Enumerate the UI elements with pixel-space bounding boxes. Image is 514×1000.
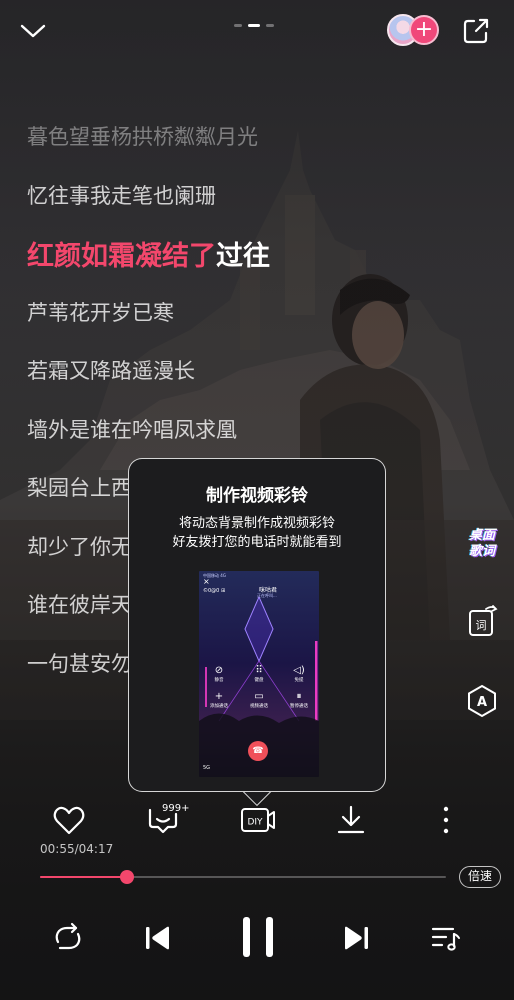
mute-icon: ⊘: [214, 665, 224, 676]
plus-icon: +: [214, 691, 224, 702]
artist-follow[interactable]: +: [387, 14, 441, 46]
page-dot: [266, 24, 274, 27]
call-screen-preview: 中国移动 4G × ©0@0 ⊞ 咪咕君 正在呼叫... ⊘ 静音 ⠿ 键盘 ◁) 免…: [199, 571, 319, 777]
more-vertical-icon[interactable]: [426, 800, 466, 840]
comment-count-badge: 999+: [162, 803, 190, 814]
speed-button[interactable]: 倍速: [459, 866, 501, 888]
lyric-font-icon[interactable]: A: [462, 681, 502, 721]
skip-previous-icon[interactable]: [140, 920, 176, 956]
download-icon[interactable]: [331, 800, 371, 840]
diy-video-icon[interactable]: DIY: [238, 800, 278, 840]
page-dot-active: [248, 24, 260, 27]
progress-fill: [40, 876, 128, 878]
preview-button-label: 静音: [214, 678, 224, 683]
popover-desc-line: 好友拨打您的电话时就能看到: [172, 535, 342, 550]
desktop-lyrics-label: 歌词: [468, 544, 495, 559]
top-bar: +: [0, 0, 514, 62]
diy-label: DIY: [247, 818, 263, 828]
lyric-poster-icon[interactable]: 词: [462, 601, 502, 641]
loop-icon[interactable]: [50, 920, 86, 956]
preview-button-label: 暂停通话: [290, 704, 308, 709]
keypad-icon: ⠿: [255, 665, 263, 676]
video-icon: ▭: [254, 691, 264, 702]
lyric-line-current[interactable]: 红颜如霜凝结了过往: [27, 235, 467, 294]
progress-bar[interactable]: [40, 870, 446, 884]
lyric-line[interactable]: 芦苇花开岁已寒: [27, 294, 467, 353]
pause-icon[interactable]: [236, 912, 280, 962]
desktop-lyrics-label: 桌面: [468, 528, 495, 543]
preview-button-label: 添加通话: [210, 704, 228, 709]
share-out-icon[interactable]: [462, 17, 490, 45]
lyric-line[interactable]: 忆往事我走笔也阑珊: [27, 177, 467, 236]
lyric-line[interactable]: 暮色望垂杨拱桥粼粼月光: [27, 118, 467, 177]
popover-desc-line: 将动态背景制作成视频彩铃: [178, 516, 335, 531]
preview-keypad: ⠿ 键盘: [239, 665, 279, 683]
preview-speaker: ◁) 免提: [279, 665, 319, 683]
preview-call-status: 正在呼叫...: [257, 593, 277, 598]
svg-text:A: A: [477, 695, 487, 710]
preview-button-label: 键盘: [254, 678, 264, 683]
hang-up-icon: ☎: [248, 741, 268, 761]
preview-network: 5G: [203, 765, 211, 771]
transport-controls: [0, 910, 514, 966]
preview-button-label: 视频通话: [250, 704, 268, 709]
speaker-icon: ◁): [293, 665, 305, 676]
preview-mute: ⊘ 静音: [199, 665, 239, 683]
preview-hold: ⏸ 暂停通话: [279, 691, 319, 709]
svg-text:词: 词: [476, 619, 487, 632]
preview-button-label: 免提: [294, 678, 304, 683]
action-row: DIY: [0, 800, 514, 840]
popover-description: 将动态背景制作成视频彩铃 好友拨打您的电话时就能看到: [129, 514, 385, 552]
playlist-icon[interactable]: [428, 920, 464, 956]
skip-next-icon[interactable]: [338, 920, 374, 956]
page-dot: [234, 24, 242, 27]
plus-icon[interactable]: +: [409, 15, 439, 45]
preview-add-call: + 添加通话: [199, 691, 239, 709]
video-ringtone-popover[interactable]: 制作视频彩铃 将动态背景制作成视频彩铃 好友拨打您的电话时就能看到 中国移动 4…: [128, 458, 386, 792]
playback-time: 00:55/04:17: [40, 842, 114, 856]
lyric-sung-part: 红颜如霜凝结了: [27, 241, 216, 272]
heart-icon[interactable]: [49, 800, 89, 840]
preview-left-text: ©0@0 ⊞: [203, 588, 226, 594]
close-icon: ×: [203, 577, 210, 586]
page-indicator: [234, 24, 274, 27]
preview-video-call: ▭ 视频通话: [239, 691, 279, 709]
popover-title: 制作视频彩铃: [206, 486, 308, 506]
chevron-down-icon[interactable]: [18, 18, 48, 42]
lyric-unsung-part: 过往: [216, 241, 270, 272]
desktop-lyrics-button[interactable]: 桌面 歌词: [462, 528, 502, 560]
lyric-line[interactable]: 若霜又降路遥漫长: [27, 352, 467, 411]
pause-icon: ⏸: [296, 691, 302, 702]
